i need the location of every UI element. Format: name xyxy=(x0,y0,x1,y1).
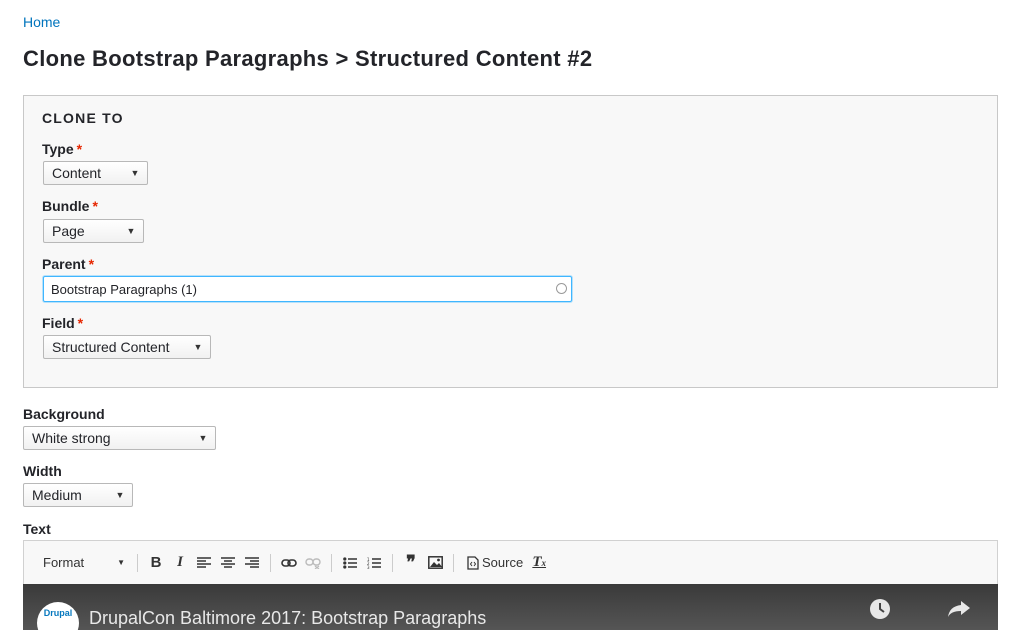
remove-format-icon[interactable]: Tx xyxy=(528,552,550,574)
bundle-select[interactable]: Page ▼ xyxy=(43,219,144,243)
chevron-down-icon: ▼ xyxy=(126,226,136,236)
unlink-icon[interactable] xyxy=(302,552,324,574)
field-label: Field * xyxy=(42,315,83,331)
width-select-value: Medium xyxy=(32,487,82,503)
source-button-label: Source xyxy=(482,555,524,570)
parent-autocomplete-input[interactable] xyxy=(43,276,572,302)
source-icon xyxy=(465,552,481,574)
drupal-logo-text: Drupal xyxy=(43,608,73,618)
italic-icon[interactable]: I xyxy=(169,552,191,574)
background-select-value: White strong xyxy=(32,430,111,446)
align-left-icon[interactable] xyxy=(193,552,215,574)
source-button[interactable]: Source xyxy=(464,552,523,574)
share-arrow-icon[interactable] xyxy=(947,600,971,623)
type-label: Type * xyxy=(42,141,82,157)
clone-to-fieldset: CLONE TO Type * Content ▼ Bundle * Page ▼ … xyxy=(23,95,998,388)
video-embed[interactable]: Drupal DrupalCon Baltimore 2017: Bootstr… xyxy=(23,584,998,630)
parent-label: Parent * xyxy=(42,256,94,272)
required-marker: * xyxy=(88,256,95,272)
bulleted-list-icon[interactable] xyxy=(339,552,361,574)
parent-label-text: Parent xyxy=(42,256,86,272)
chevron-down-icon: ▼ xyxy=(130,168,140,178)
toolbar-separator xyxy=(331,553,332,572)
page-title: Clone Bootstrap Paragraphs > Structured … xyxy=(23,46,593,71)
toolbar-separator xyxy=(453,553,454,572)
type-label-text: Type xyxy=(42,141,74,157)
width-label: Width xyxy=(23,463,62,479)
format-dropdown[interactable]: Format ▼ xyxy=(43,555,131,570)
drupal-logo: Drupal xyxy=(37,602,79,630)
editor-toolbar: Format ▼ B I 123 ❞ Source Tx xyxy=(23,540,998,584)
required-marker: * xyxy=(77,315,84,331)
svg-text:3: 3 xyxy=(367,565,370,569)
align-center-icon[interactable] xyxy=(217,552,239,574)
autocomplete-throbber-icon xyxy=(556,283,567,294)
chevron-down-icon: ▼ xyxy=(193,342,203,352)
breadcrumb-home[interactable]: Home xyxy=(23,14,60,30)
required-marker: * xyxy=(92,198,98,214)
chevron-down-icon: ▼ xyxy=(115,490,125,500)
background-label: Background xyxy=(23,406,105,422)
blockquote-icon[interactable]: ❞ xyxy=(400,552,422,574)
bundle-label-text: Bundle xyxy=(42,198,90,214)
numbered-list-icon[interactable]: 123 xyxy=(363,552,385,574)
bold-icon[interactable]: B xyxy=(145,552,167,574)
background-select[interactable]: White strong ▼ xyxy=(23,426,216,450)
required-marker: * xyxy=(76,141,83,157)
chevron-down-icon: ▼ xyxy=(117,558,125,567)
align-right-icon[interactable] xyxy=(241,552,263,574)
toolbar-separator xyxy=(270,553,271,572)
watch-later-clock-icon[interactable] xyxy=(869,598,891,625)
field-label-text: Field xyxy=(42,315,75,331)
chevron-down-icon: ▼ xyxy=(198,433,208,443)
bundle-select-value: Page xyxy=(52,223,85,239)
type-select[interactable]: Content ▼ xyxy=(43,161,148,185)
image-icon[interactable] xyxy=(424,552,446,574)
text-label: Text xyxy=(23,521,51,537)
type-select-value: Content xyxy=(52,165,102,181)
field-select[interactable]: Structured Content ▼ xyxy=(43,335,211,359)
link-icon[interactable] xyxy=(278,552,300,574)
width-select[interactable]: Medium ▼ xyxy=(23,483,133,507)
field-select-value: Structured Content xyxy=(52,339,170,355)
toolbar-separator xyxy=(137,553,138,572)
fieldset-legend: CLONE TO xyxy=(42,110,124,126)
video-title[interactable]: DrupalCon Baltimore 2017: Bootstrap Para… xyxy=(89,608,486,629)
format-dropdown-label: Format xyxy=(43,555,85,570)
toolbar-separator xyxy=(392,553,393,572)
bundle-label: Bundle * xyxy=(42,198,98,214)
